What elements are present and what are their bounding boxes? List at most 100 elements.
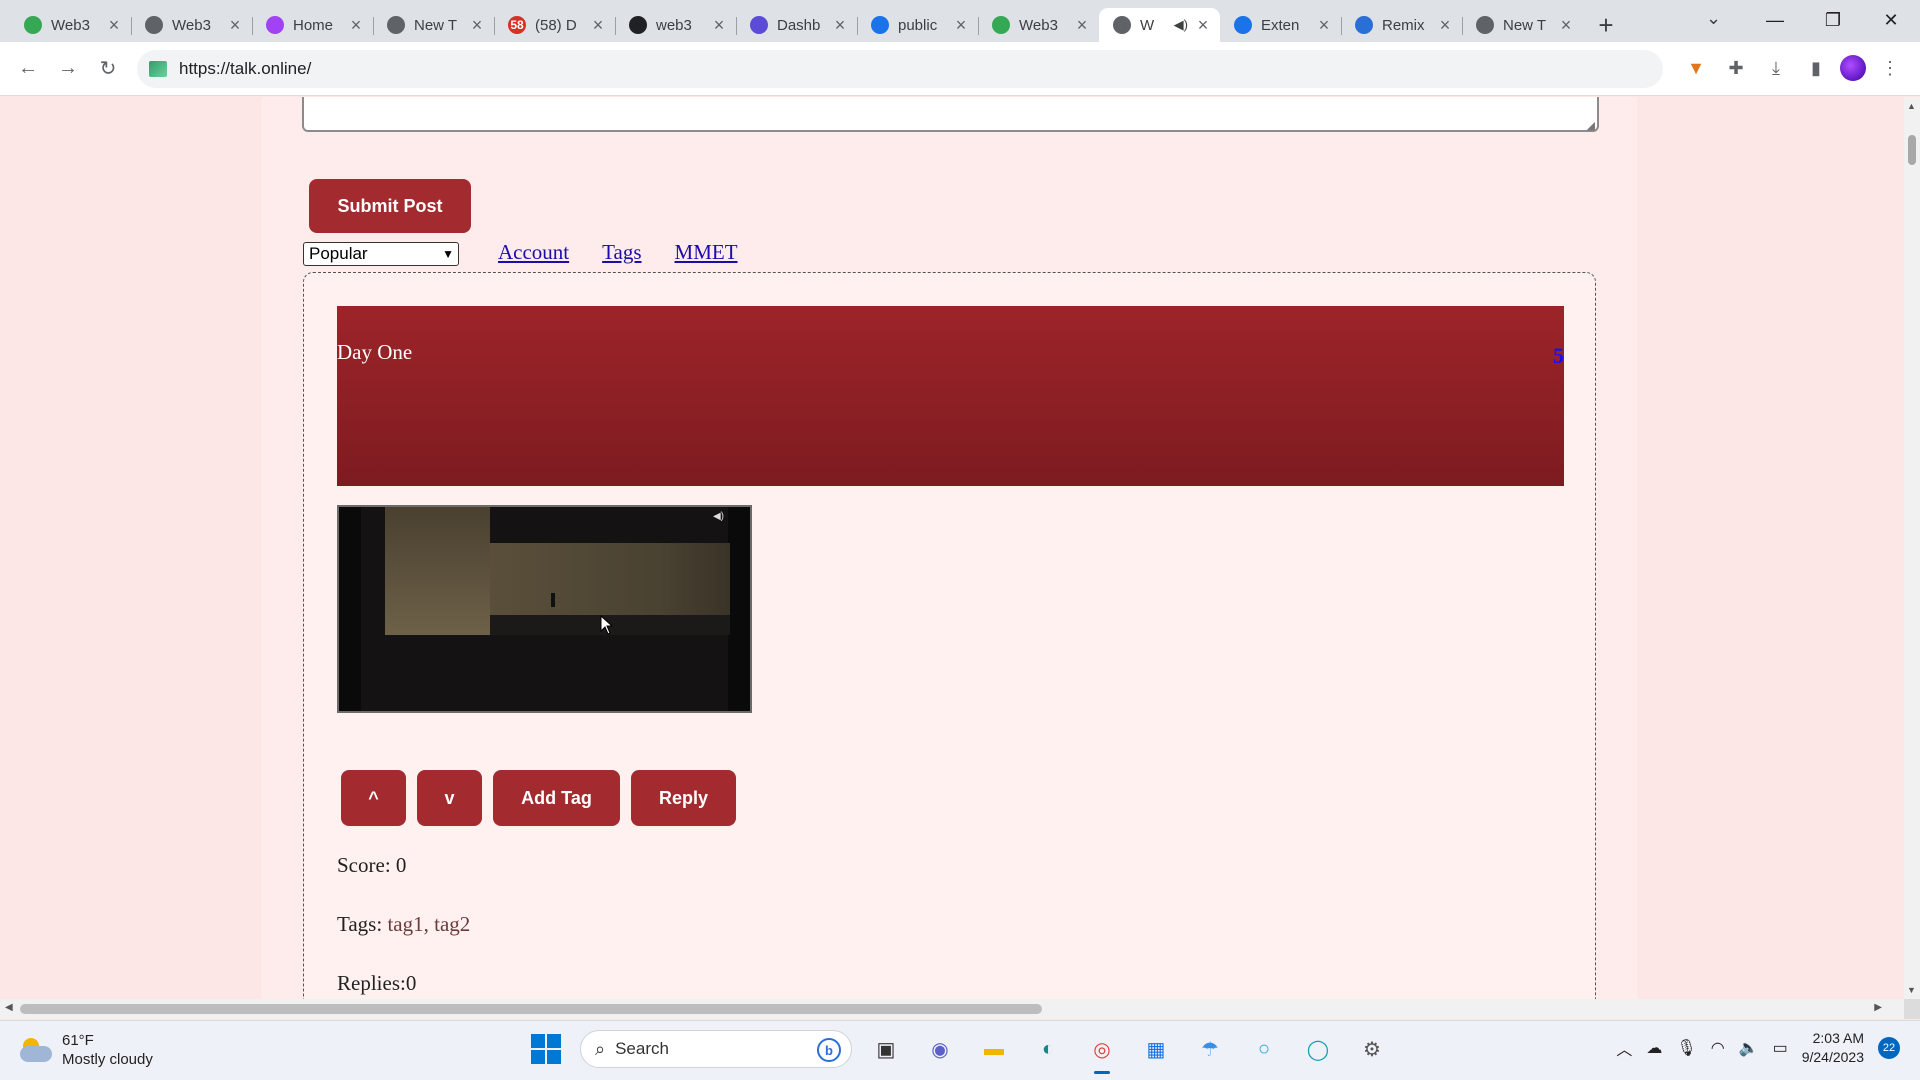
speaker-icon[interactable]: 🔈 [1739, 1038, 1759, 1058]
tab-title: (58) D [535, 16, 577, 34]
horizontal-scrollbar[interactable]: ◀ ▶ [0, 999, 1904, 1019]
tags-value: tag1, tag2 [387, 912, 471, 936]
account-link[interactable]: Account [498, 240, 569, 265]
add-tag-button[interactable]: Add Tag [493, 770, 620, 826]
weather-app-icon[interactable]: ☂ [1190, 1029, 1230, 1069]
new-tab-button[interactable]: + [1589, 8, 1623, 42]
close-tab-icon[interactable]: × [1194, 15, 1212, 36]
microphone-icon[interactable]: 🎙 [1676, 1038, 1696, 1058]
globe-icon [1113, 16, 1131, 34]
sort-select[interactable]: Popular ▼ [303, 242, 459, 266]
microsoft-store-icon[interactable]: ▦ [1136, 1029, 1176, 1069]
battery-icon[interactable]: ▭ [1773, 1038, 1788, 1058]
taskbar-search[interactable]: ⌕ Search b [580, 1030, 852, 1068]
vertical-scrollbar[interactable]: ▲ ▼ [1904, 97, 1920, 999]
notification-badge[interactable]: 22 [1878, 1037, 1900, 1059]
alexa-icon[interactable]: ○ [1244, 1029, 1284, 1069]
window-controls: — ❐ ✕ [1746, 0, 1920, 40]
weather-widget[interactable]: 61°F Mostly cloudy [20, 1031, 153, 1069]
back-arrow-icon[interactable]: ← [8, 49, 48, 89]
mmet-link[interactable]: MMET [675, 240, 738, 265]
browser-tab[interactable]: Web3 × [978, 8, 1099, 42]
close-window-icon[interactable]: ✕ [1862, 10, 1920, 31]
upvote-button[interactable]: ^ [341, 770, 406, 826]
scroll-right-icon[interactable]: ▶ [1874, 1002, 1882, 1013]
close-tab-icon[interactable]: × [105, 15, 123, 36]
close-tab-icon[interactable]: × [589, 15, 607, 36]
chrome-icon[interactable]: ◎ [1082, 1029, 1122, 1074]
browser-tab[interactable]: Web3 × [10, 8, 131, 42]
close-tab-icon[interactable]: × [952, 15, 970, 36]
tab-title: Dashb [777, 16, 821, 34]
settings-gear-icon[interactable]: ⚙ [1352, 1029, 1392, 1069]
browser-tab[interactable]: Remix × [1341, 8, 1462, 42]
task-view-icon[interactable]: ▣ [866, 1029, 906, 1069]
reply-button[interactable]: Reply [631, 770, 736, 826]
tab-title: Home [293, 16, 334, 34]
tab-search-chevron-icon[interactable]: ⌄ [1706, 8, 1721, 29]
browser-tab[interactable]: Dashb × [736, 8, 857, 42]
close-tab-icon[interactable]: × [1073, 15, 1091, 36]
maximize-icon[interactable]: ❐ [1804, 10, 1862, 31]
browser-toolbar: ← → ↻ https://talk.online/ ▼ ✚ ⤓ ▮ ⋮ [0, 42, 1920, 96]
minimize-icon[interactable]: — [1746, 10, 1804, 31]
bing-icon[interactable]: b [817, 1038, 841, 1062]
scroll-up-icon[interactable]: ▲ [1907, 101, 1916, 111]
browser-tab[interactable]: web3 × [615, 8, 736, 42]
browser-tab[interactable]: Exten × [1220, 8, 1341, 42]
browser-tab[interactable]: New T × [373, 8, 494, 42]
post-banner: Day One 5 [337, 306, 1564, 486]
forward-arrow-icon[interactable]: → [48, 49, 88, 89]
downvote-button[interactable]: v [417, 770, 482, 826]
browser-tab[interactable]: Web3 × [131, 8, 252, 42]
post-textarea[interactable] [302, 97, 1599, 132]
tab-title: W [1140, 16, 1155, 34]
close-tab-icon[interactable]: × [831, 15, 849, 36]
browser-tab[interactable]: 58 (58) D × [494, 8, 615, 42]
edge-icon[interactable]: ◐ [1028, 1029, 1068, 1069]
download-icon[interactable]: ⤓ [1760, 52, 1792, 84]
onedrive-cloud-icon[interactable]: ☁ [1646, 1038, 1662, 1058]
close-tab-icon[interactable]: × [468, 15, 486, 36]
clock-time: 2:03 AM [1812, 1030, 1864, 1046]
scroll-down-icon[interactable]: ▼ [1907, 985, 1916, 995]
post-video[interactable]: ◀) [337, 505, 752, 713]
close-tab-icon[interactable]: × [347, 15, 365, 36]
browser-tab[interactable]: public × [857, 8, 978, 42]
opera-icon[interactable]: ◯ [1298, 1029, 1338, 1069]
wifi-icon[interactable]: ◠ [1711, 1038, 1725, 1058]
browser-tab[interactable]: New T × [1462, 8, 1583, 42]
reload-icon[interactable]: ↻ [88, 49, 128, 89]
search-icon: ⌕ [595, 1038, 606, 1059]
browser-tab[interactable]: W ◀) × [1099, 8, 1220, 42]
close-tab-icon[interactable]: × [710, 15, 728, 36]
tab-title: Web3 [172, 16, 211, 34]
chevron-up-icon[interactable]: ︿ [1616, 1036, 1632, 1060]
tags-link[interactable]: Tags [602, 240, 641, 265]
github-icon [629, 16, 647, 34]
horizontal-scroll-thumb[interactable] [20, 1004, 1042, 1014]
submit-post-button[interactable]: Submit Post [309, 179, 471, 233]
windows-start-icon[interactable] [526, 1029, 566, 1069]
close-tab-icon[interactable]: × [226, 15, 244, 36]
address-bar[interactable]: https://talk.online/ [137, 50, 1663, 88]
side-panel-icon[interactable]: ▮ [1800, 52, 1832, 84]
profile-avatar[interactable] [1840, 55, 1866, 81]
clock[interactable]: 2:03 AM 9/24/2023 [1802, 1029, 1864, 1067]
vertical-scroll-thumb[interactable] [1908, 135, 1916, 165]
audio-playing-icon[interactable]: ◀) [1174, 17, 1188, 33]
file-explorer-icon[interactable]: ▬ [974, 1029, 1014, 1069]
close-tab-icon[interactable]: × [1315, 15, 1333, 36]
tags-prefix: Tags: [337, 912, 383, 936]
metamask-fox-icon[interactable]: ▼ [1680, 52, 1712, 84]
teams-chat-icon[interactable]: ◉ [920, 1029, 960, 1069]
close-tab-icon[interactable]: × [1436, 15, 1454, 36]
chrome-icon [387, 16, 405, 34]
close-tab-icon[interactable]: × [1557, 15, 1575, 36]
kebab-menu-icon[interactable]: ⋮ [1874, 52, 1906, 84]
volume-icon[interactable]: ◀) [713, 511, 724, 522]
post-tags: Tags: tag1, tag2 [337, 912, 470, 937]
browser-tab[interactable]: Home × [252, 8, 373, 42]
scroll-left-icon[interactable]: ◀ [5, 1002, 13, 1013]
extensions-puzzle-icon[interactable]: ✚ [1720, 52, 1752, 84]
